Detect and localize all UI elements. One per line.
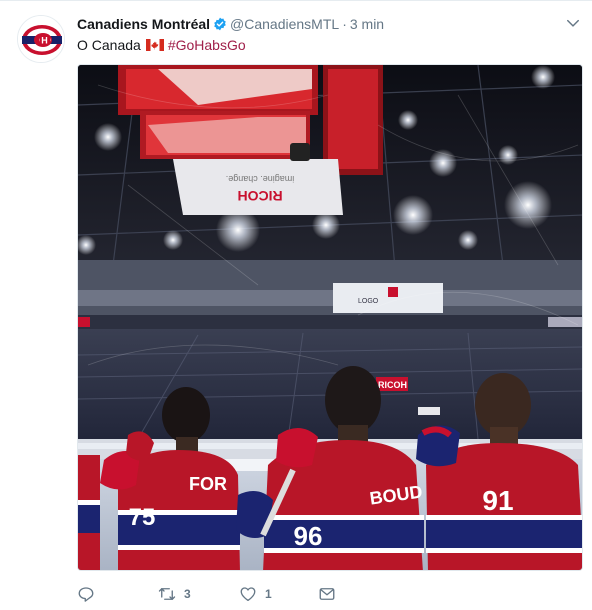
jersey-name-75: FOR <box>189 474 227 494</box>
separator-dot: · <box>342 16 347 32</box>
timestamp[interactable]: 3 min <box>350 16 384 32</box>
like-button[interactable]: 1 <box>239 583 272 605</box>
display-name[interactable]: Canadiens Montréal <box>77 16 210 32</box>
svg-text:LOGO: LOGO <box>358 298 379 305</box>
tweet-header: Canadiens Montréal @CanadiensMTL · 3 min <box>77 14 557 34</box>
tweet-photo[interactable]: imagine. change. RICOH LOGO RICOH FOR 75… <box>77 64 583 571</box>
chevron-down-icon[interactable] <box>566 16 580 30</box>
scoreboard-tagline: imagine. change. <box>226 174 295 184</box>
canadiens-logo-icon: H <box>18 16 64 62</box>
tweet-text-body: O Canada <box>77 37 141 53</box>
arena-photo: imagine. change. RICOH LOGO RICOH FOR 75… <box>78 65 582 570</box>
reply-icon <box>78 587 94 602</box>
hashtag-link[interactable]: #GoHabsGo <box>168 37 246 53</box>
avatar[interactable]: H <box>17 15 65 63</box>
reply-button[interactable] <box>77 583 103 605</box>
tweet-card[interactable]: H Canadiens Montréal @CanadiensMTL · 3 min … <box>0 0 592 610</box>
direct-message-button[interactable] <box>318 583 336 605</box>
retweet-icon <box>158 588 176 600</box>
like-count: 1 <box>265 587 272 601</box>
user-handle[interactable]: @CanadiensMTL <box>230 16 339 32</box>
jersey-number-91: 91 <box>482 485 513 516</box>
retweet-count: 3 <box>184 587 191 601</box>
jersey-number-75: 75 <box>129 504 156 531</box>
envelope-icon <box>319 588 335 600</box>
scoreboard-brand: RICOH <box>237 188 282 204</box>
player-left-partial <box>78 455 100 570</box>
arena-sign: RICOH <box>378 380 407 390</box>
heart-icon <box>240 587 256 602</box>
retweet-button[interactable]: 3 <box>158 583 191 605</box>
jersey-number-96: 96 <box>294 521 323 551</box>
svg-text:H: H <box>41 36 48 46</box>
canada-flag-icon <box>145 39 164 51</box>
tweet-actions: 3 1 <box>77 583 557 605</box>
tweet-text: O Canada #GoHabsGo <box>77 35 246 55</box>
verified-badge-icon <box>214 17 226 31</box>
